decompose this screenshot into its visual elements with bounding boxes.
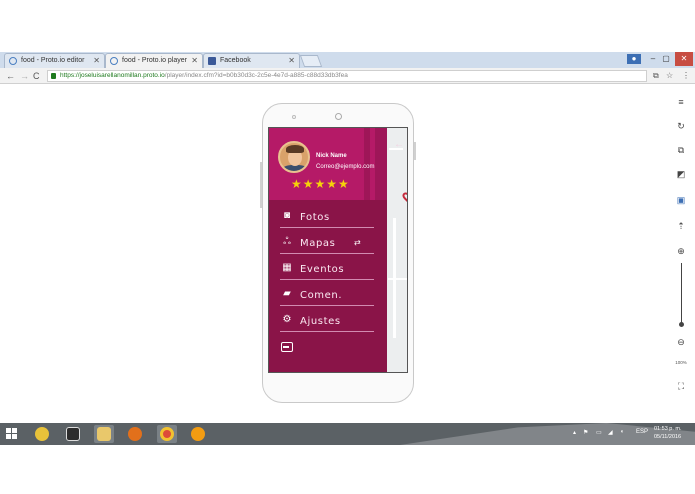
forward-icon[interactable]: → [20, 70, 29, 82]
tab-proto-player[interactable]: food - Proto.io player ✕ [105, 53, 203, 68]
chrome-icon[interactable] [157, 425, 177, 443]
top-blank-area [0, 0, 695, 52]
new-tab-button[interactable] [299, 55, 323, 67]
clock-time: 01:53 p. m. [654, 426, 682, 432]
translate-icon[interactable]: ⧉ [653, 70, 659, 82]
zoom-out-icon[interactable]: ⊖ [674, 336, 688, 348]
facebook-icon [208, 57, 216, 65]
tab-proto-editor[interactable]: food - Proto.io editor ✕ [4, 53, 105, 68]
address-bar-row: ← → C https://joseluisarellanomillan.pro… [0, 68, 695, 84]
close-tab-icon[interactable]: ✕ [93, 54, 100, 68]
bookmark-star-icon[interactable]: ☆ [666, 70, 673, 82]
maximize-button[interactable]: ▢ [660, 52, 672, 66]
reload-icon[interactable]: C [33, 70, 40, 82]
camera-icon: ◙ [283, 210, 291, 221]
app-screen: Nick Name Correo@ejemplo.com ★★★★★ ◙ Fot… [268, 127, 408, 373]
fullscreen-icon[interactable]: ⛶ [674, 380, 688, 392]
header-stripe [375, 128, 387, 200]
info-icon [110, 57, 118, 65]
user-name: Nick Name [316, 153, 347, 159]
swap-arrows-icon[interactable]: ⇄ [354, 238, 361, 247]
menu-item-mapas[interactable]: ஃ Mapas ⇄ [280, 232, 374, 254]
menu-item-comentarios[interactable]: ▰ Comen. [280, 284, 374, 306]
comments-icon: ▰ [283, 288, 291, 299]
power-button [414, 142, 416, 160]
drawer-header: Nick Name Correo@ejemplo.com ★★★★★ [269, 128, 387, 200]
tab-label: food - Proto.io player [122, 57, 187, 64]
menu-item-label: Comen. [300, 290, 343, 301]
menu-item-label: Fotos [300, 212, 330, 223]
tab-label: Facebook [220, 57, 251, 64]
user-profile-icon[interactable]: ● [627, 54, 641, 64]
close-window-button[interactable]: ✕ [675, 52, 693, 66]
tab-facebook[interactable]: Facebook ✕ [203, 53, 300, 68]
menu-item-fotos[interactable]: ◙ Fotos [280, 206, 374, 228]
bottom-blank-area [0, 445, 695, 494]
contrast-icon[interactable]: ◩ [674, 168, 688, 180]
route-icon: ஃ [283, 236, 291, 247]
screen: food - Proto.io editor ✕ food - Proto.io… [0, 0, 695, 494]
taskbar-background [400, 423, 695, 445]
map-road [388, 278, 407, 280]
tray-chevron-icon[interactable]: ▴ [573, 429, 576, 436]
tray-battery-icon[interactable]: ▭ [596, 429, 602, 436]
lock-icon [51, 73, 56, 79]
gear-icon: ⚙ [282, 314, 292, 325]
minimize-button[interactable]: – [647, 52, 659, 66]
map-background [387, 128, 407, 372]
menu-item-label: Eventos [300, 264, 345, 275]
info-icon [9, 57, 17, 65]
clock-date: 05/11/2016 [654, 434, 682, 440]
tray-signal-icon[interactable]: ◢ [608, 429, 613, 436]
rotate-device-icon[interactable]: ⧉ [674, 144, 688, 156]
tab-label: food - Proto.io editor [21, 57, 85, 64]
refresh-icon[interactable]: ↻ [674, 120, 688, 132]
zoom-slider-track[interactable] [681, 263, 682, 323]
windows-start-icon[interactable] [6, 428, 18, 440]
speaker-icon [335, 113, 342, 120]
back-icon[interactable]: ← [6, 70, 15, 82]
menu-dots-icon[interactable]: ⋮ [682, 70, 690, 82]
menu-item-eventos[interactable]: ▦ Eventos [280, 258, 374, 280]
user-email: Correo@ejemplo.com [316, 164, 375, 170]
touch-icon[interactable]: ⇡ [674, 220, 688, 232]
volume-button [260, 162, 262, 208]
map-pin-icon[interactable] [400, 190, 407, 203]
zoom-in-icon[interactable]: ⊕ [674, 245, 688, 257]
url-path: /player/index.cfm?id=b0b30d3c-2c5e-4e7d-… [164, 72, 348, 79]
close-drawer-arrow-icon[interactable]: ← [394, 139, 404, 150]
system-clock[interactable]: 01:53 p. m. 05/11/2016 [654, 425, 682, 441]
avatar[interactable] [278, 141, 310, 173]
zoom-level: 100% [675, 360, 687, 365]
url-field[interactable]: https://joseluisarellanomillan.proto.io/… [47, 70, 647, 82]
file-explorer-icon[interactable] [94, 425, 114, 443]
browser-tab-strip: food - Proto.io editor ✕ food - Proto.io… [0, 52, 695, 68]
menu-item-label: Ajustes [300, 316, 341, 327]
hamburger-menu-icon[interactable]: ≡ [674, 96, 688, 108]
tray-volume-icon[interactable]: ◖ [620, 429, 624, 435]
settings-app-icon[interactable] [188, 425, 208, 443]
camera-dot-icon [292, 115, 296, 119]
logout-icon[interactable] [281, 342, 293, 352]
calendar-icon: ▦ [282, 262, 292, 273]
menu-item-ajustes[interactable]: ⚙ Ajustes [280, 310, 374, 332]
rating-stars-icon: ★★★★★ [291, 177, 350, 191]
language-indicator[interactable]: ESP [636, 429, 648, 435]
windows-taskbar: ▴ ⚑ ▭ ◢ ◖ ESP 01:53 p. m. 05/11/2016 [0, 423, 695, 445]
navigation-drawer: Nick Name Correo@ejemplo.com ★★★★★ ◙ Fot… [269, 128, 387, 372]
firefox-icon[interactable] [125, 425, 145, 443]
menu-item-label: Mapas [300, 238, 336, 249]
url-host: https://joseluisarellanomillan.proto.io [60, 72, 165, 79]
cloud-app-icon[interactable] [32, 425, 52, 443]
close-tab-icon[interactable]: ✕ [191, 54, 198, 68]
tray-network-icon[interactable]: ⚑ [583, 429, 588, 436]
phone-mockup: Nick Name Correo@ejemplo.com ★★★★★ ◙ Fot… [260, 103, 416, 403]
hotspot-icon[interactable]: ▣ [674, 194, 688, 206]
zoom-slider-handle[interactable] [679, 322, 684, 327]
close-tab-icon[interactable]: ✕ [288, 54, 295, 68]
notepad-app-icon[interactable] [63, 425, 83, 443]
